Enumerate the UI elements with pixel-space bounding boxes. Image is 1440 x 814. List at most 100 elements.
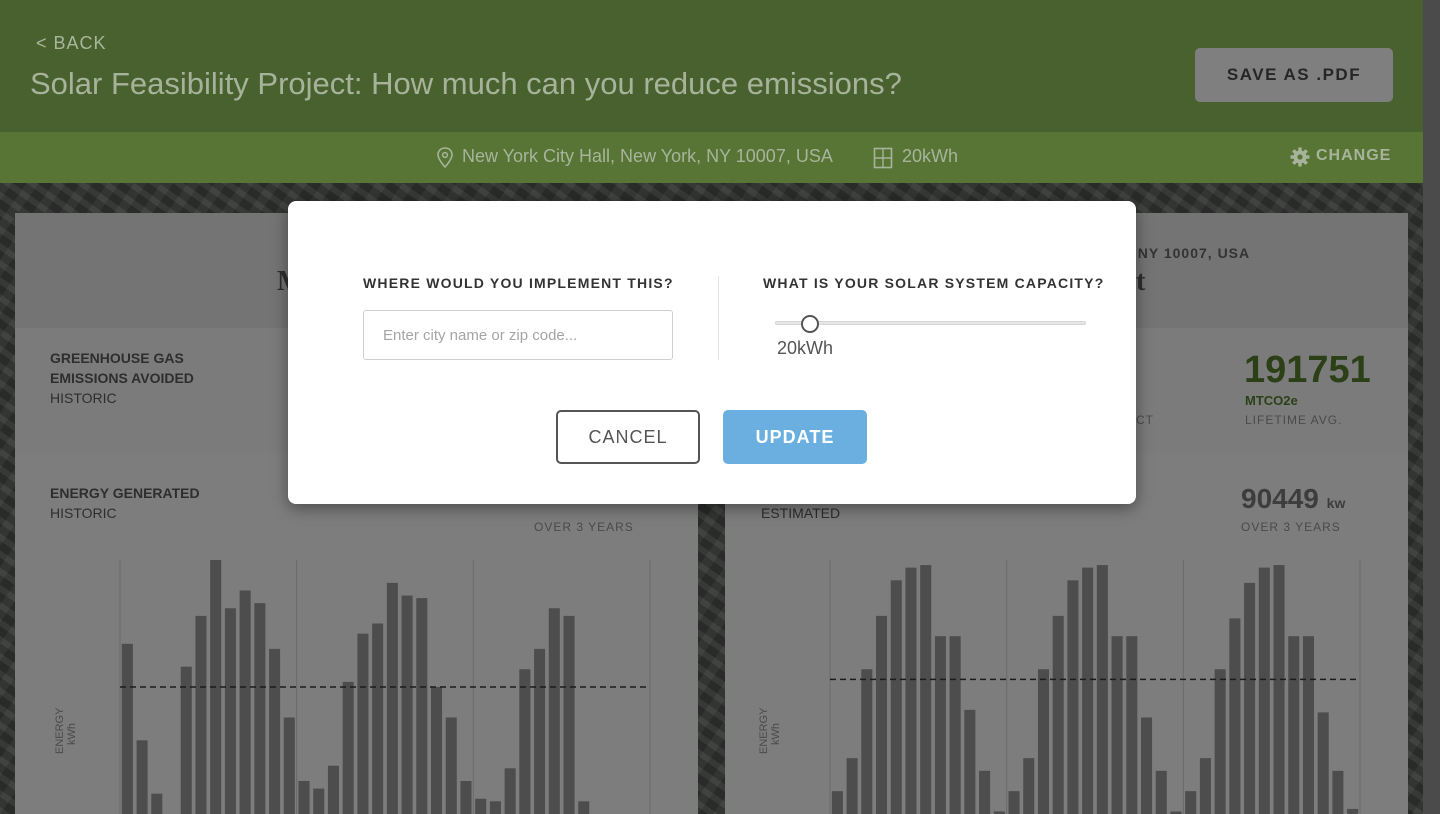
- right-energy-chart: [829, 560, 1361, 814]
- cancel-button[interactable]: CANCEL: [556, 410, 700, 464]
- capacity-slider-value: 20kWh: [777, 338, 834, 358]
- chart-bar: [1111, 636, 1123, 814]
- chart-bar: [1037, 669, 1049, 814]
- energy-generated-label: ENERGY GENERATED: [50, 485, 200, 501]
- location-pin-icon: [437, 147, 453, 169]
- chart-bar: [475, 798, 487, 814]
- right-chart-ylabel: ENERGY kWh: [758, 707, 782, 754]
- chart-bar: [1332, 770, 1344, 814]
- chart-bar: [1067, 580, 1079, 814]
- chart-bar: [979, 770, 991, 814]
- chart-bar: [313, 788, 325, 814]
- chart-bar: [283, 717, 295, 814]
- chart-bar: [136, 740, 148, 814]
- chart-bar: [1023, 758, 1035, 814]
- chart-bar: [1258, 567, 1270, 814]
- chart-bar: [416, 598, 428, 814]
- chart-bar: [386, 582, 398, 814]
- chart-bar: [504, 768, 516, 814]
- chart-bar: [372, 623, 384, 814]
- chart-bar: [1126, 636, 1138, 814]
- chart-bar: [327, 765, 339, 814]
- capacity-label: WHAT IS YOUR SOLAR SYSTEM CAPACITY?: [763, 275, 1105, 291]
- right-panel-address: , NY 10007, USA: [1128, 245, 1251, 261]
- chart-bar: [563, 615, 575, 814]
- ghg-unit: MTCO2e: [1245, 393, 1298, 408]
- chart-bar: [1244, 582, 1256, 814]
- chart-bar: [1052, 615, 1064, 814]
- right-energy-period: OVER 3 YEARS: [1241, 520, 1341, 534]
- gear-icon[interactable]: [1290, 147, 1310, 167]
- capacity-slider-handle[interactable]: [801, 315, 819, 333]
- chart-bar: [1096, 565, 1108, 814]
- back-link[interactable]: < BACK: [36, 33, 107, 54]
- chart-bar: [180, 666, 192, 814]
- chart-bar: [151, 793, 163, 814]
- ghg-label: GREENHOUSE GAS EMISSIONS AVOIDED: [50, 350, 194, 386]
- right-panel-title: t: [1136, 266, 1146, 297]
- left-energy-period: OVER 3 YEARS: [534, 520, 634, 534]
- location-capacity-modal: WHERE WOULD YOU IMPLEMENT THIS? WHAT IS …: [288, 201, 1136, 504]
- chart-bar: [195, 615, 207, 814]
- energy-estimated-label: ESTIMATED: [761, 505, 841, 521]
- chart-bar: [1229, 618, 1241, 814]
- chart-bar: [920, 565, 932, 814]
- chart-bar: [1288, 636, 1300, 814]
- page-title: Solar Feasibility Project: How much can …: [30, 66, 902, 101]
- chart-bar: [861, 669, 873, 814]
- chart-bar: [548, 608, 560, 814]
- change-button[interactable]: CHANGE: [1316, 147, 1391, 165]
- chart-bar: [905, 567, 917, 814]
- chart-bar: [342, 681, 354, 814]
- save-pdf-button[interactable]: SAVE AS .PDF: [1195, 48, 1393, 102]
- chart-bar: [1302, 636, 1314, 814]
- chart-bar: [401, 595, 413, 814]
- chart-bar: [224, 608, 236, 814]
- capacity-slider-track[interactable]: [775, 321, 1086, 325]
- chart-bar: [1347, 808, 1359, 814]
- chart-bar: [1273, 565, 1285, 814]
- scrollbar[interactable]: [1423, 0, 1440, 814]
- chart-bar: [1008, 791, 1020, 814]
- chart-bar: [1155, 770, 1167, 814]
- chart-bar: [269, 648, 281, 814]
- chart-bar: [964, 709, 976, 814]
- ghg-historic-label: HISTORIC: [50, 390, 117, 406]
- energy-historic-label: HISTORIC: [50, 505, 117, 521]
- chart-bar: [1199, 758, 1211, 814]
- where-label: WHERE WOULD YOU IMPLEMENT THIS?: [363, 275, 674, 291]
- chart-bar: [846, 758, 858, 814]
- chart-bar: [254, 603, 266, 814]
- chart-bar: [239, 590, 251, 814]
- left-energy-chart: [119, 560, 651, 814]
- modal-divider: [718, 276, 719, 360]
- chart-bar: [1082, 567, 1094, 814]
- chart-bar: [460, 780, 472, 814]
- chart-bar: [298, 780, 310, 814]
- left-chart-ylabel: ENERGY kWh: [54, 707, 78, 754]
- ghg-lifetime-label: LIFETIME AVG.: [1245, 413, 1343, 427]
- chart-bar: [534, 648, 546, 814]
- chart-bar: [357, 633, 369, 814]
- chart-bar: [431, 687, 443, 814]
- chart-bar: [1214, 669, 1226, 814]
- ghg-avoided-value: 191751: [1244, 349, 1371, 391]
- chart-bar: [445, 717, 457, 814]
- location-text: New York City Hall, New York, NY 10007, …: [462, 146, 833, 166]
- right-energy-value: 90449 kw: [1241, 483, 1346, 514]
- chart-bar: [1141, 717, 1153, 814]
- solar-panel-icon: [873, 147, 893, 169]
- chart-bar: [1317, 712, 1329, 814]
- chart-bar: [121, 643, 133, 814]
- capacity-text: 20kWh: [902, 146, 959, 166]
- chart-bar: [578, 801, 590, 814]
- city-input[interactable]: [363, 310, 673, 360]
- chart-bar: [934, 636, 946, 814]
- right-ghg-left-fragment: CT: [1136, 413, 1154, 427]
- update-button[interactable]: UPDATE: [723, 410, 867, 464]
- chart-bar: [949, 636, 961, 814]
- chart-bar: [890, 580, 902, 814]
- chart-bar: [489, 801, 501, 814]
- chart-bar: [1185, 791, 1197, 814]
- chart-bar: [876, 615, 888, 814]
